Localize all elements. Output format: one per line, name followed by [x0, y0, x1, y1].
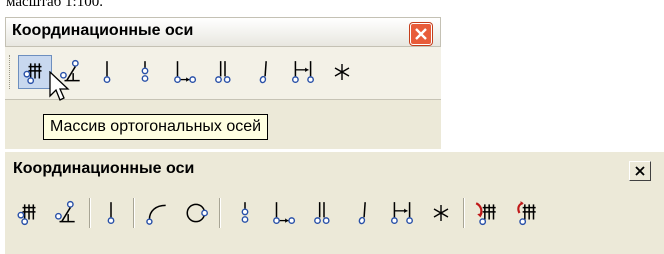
orthogonal-axes-array-icon[interactable] — [18, 55, 52, 89]
arc-axis-icon[interactable] — [141, 196, 173, 230]
separator — [89, 198, 91, 228]
toolbar-title: Координационные оси — [12, 22, 194, 39]
asterisk-axes-icon[interactable] — [325, 55, 359, 89]
circle-axis-icon[interactable] — [181, 196, 213, 230]
toolbar-grip[interactable] — [9, 55, 13, 89]
orthogonal-axes-array-icon[interactable] — [13, 196, 45, 230]
axis-two-markers-icon[interactable] — [229, 196, 261, 230]
axes-edit-red-icon[interactable] — [471, 196, 503, 230]
toolbar-title[interactable]: Координационные оси — [13, 160, 194, 178]
separator — [133, 198, 135, 228]
axis-dimension-icon[interactable] — [267, 196, 299, 230]
single-axis-icon[interactable] — [90, 55, 124, 89]
double-axis-icon[interactable] — [208, 55, 242, 89]
coordination-axes-toolbar-xp: Координационные оси Массив ортогональных… — [5, 17, 441, 149]
axes-renumber-red-icon[interactable] — [511, 196, 543, 230]
close-icon[interactable] — [629, 161, 651, 181]
separator — [219, 198, 221, 228]
slanted-axis-icon[interactable] — [247, 55, 281, 89]
single-axis-icon[interactable] — [95, 196, 127, 230]
toolbar-icon-row — [5, 190, 664, 254]
axis-dimension-icon[interactable] — [167, 55, 201, 89]
axis-with-angle-icon[interactable] — [50, 196, 82, 230]
tooltip: Массив ортогональных осей — [43, 114, 269, 140]
axis-span-dimension-icon[interactable] — [386, 196, 418, 230]
slanted-axis-icon[interactable] — [347, 196, 379, 230]
separator — [463, 198, 465, 228]
axis-span-dimension-icon[interactable] — [286, 55, 320, 89]
page-caption: масштаб 1:100. — [6, 0, 103, 10]
axis-two-markers-icon[interactable] — [128, 55, 162, 89]
close-icon[interactable] — [410, 23, 432, 45]
double-axis-icon[interactable] — [308, 196, 340, 230]
asterisk-axes-icon[interactable] — [425, 196, 457, 230]
toolbar-titlebar[interactable]: Координационные оси — [5, 17, 441, 47]
coordination-axes-toolbar-classic: Координационные оси — [5, 151, 664, 254]
mouse-cursor-icon — [49, 71, 70, 101]
